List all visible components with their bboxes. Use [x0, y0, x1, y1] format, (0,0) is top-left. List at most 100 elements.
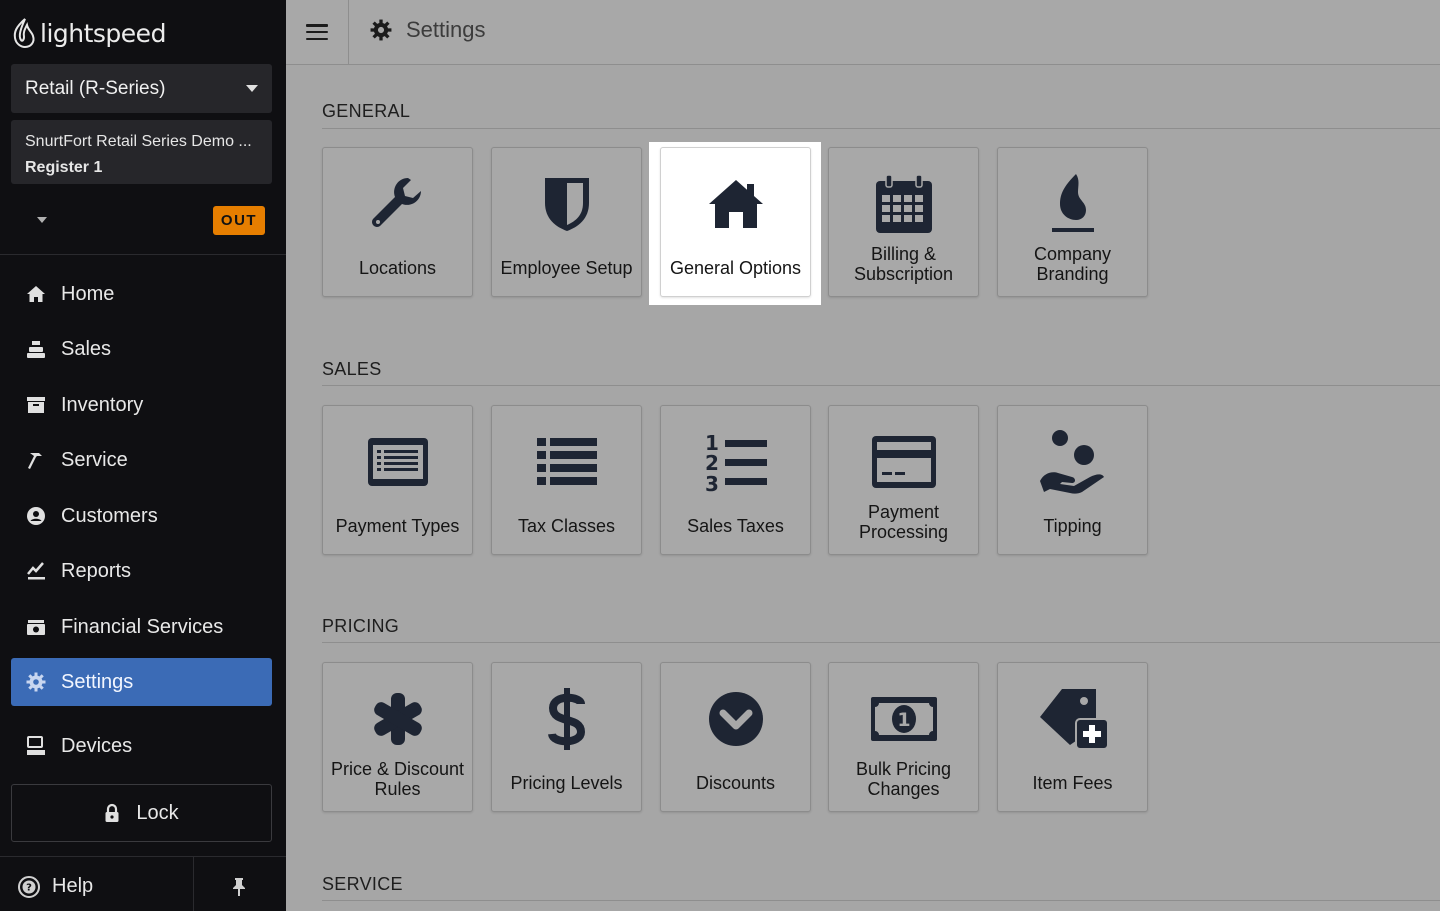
tile-label: Billing & Subscription: [853, 244, 954, 284]
flame-icon: [998, 172, 1147, 236]
register-name: Register 1: [25, 159, 103, 176]
gear-icon: [370, 19, 392, 41]
devices-icon: [25, 735, 47, 757]
lightspeed-logo[interactable]: lightspeed: [12, 16, 166, 50]
home-icon: [25, 283, 47, 305]
tile-label: Bulk Pricing Changes: [855, 759, 952, 799]
hammer-icon: [25, 449, 47, 471]
tile-general-options[interactable]: General Options: [660, 147, 811, 297]
sidebar-divider: [0, 254, 286, 255]
tile-locations[interactable]: Locations: [322, 147, 473, 297]
lock-label: Lock: [136, 801, 179, 824]
sidebar-item-inventory[interactable]: Inventory: [11, 381, 272, 429]
tile-label: General Options: [669, 258, 802, 278]
tile-label: Company Branding: [1033, 244, 1112, 284]
list-card-icon: [323, 430, 472, 494]
calendar-icon: [829, 172, 978, 236]
product-label: Retail (R-Series): [25, 77, 166, 99]
sidebar-item-financial-services[interactable]: Financial Services: [11, 603, 272, 651]
tile-label: Item Fees: [1032, 773, 1113, 793]
section-divider: [322, 642, 1440, 643]
tile-sales-taxes[interactable]: 123 Sales Taxes: [660, 405, 811, 555]
tile-billing-subscription[interactable]: Billing & Subscription: [828, 147, 979, 297]
tile-label: Sales Taxes: [687, 516, 784, 536]
tile-label: Locations: [358, 258, 437, 278]
sidebar-item-label: Service: [61, 448, 128, 471]
section-divider: [322, 385, 1440, 386]
pin-icon[interactable]: [230, 877, 248, 902]
tile-tax-classes[interactable]: Tax Classes: [491, 405, 642, 555]
sidebar-item-label: Home: [61, 282, 115, 305]
tile-price-discount-rules[interactable]: Price & Discount Rules: [322, 662, 473, 812]
help-label: Help: [52, 875, 94, 897]
sidebar-item-label: Sales: [61, 337, 112, 360]
asterisk-icon: [323, 687, 472, 751]
svg-text:1: 1: [897, 709, 910, 731]
credit-card-icon: [829, 430, 978, 494]
tile-label: Employee Setup: [500, 258, 633, 278]
product-selector[interactable]: Retail (R-Series): [11, 64, 272, 113]
sidebar-item-label: Settings: [61, 670, 134, 693]
lock-button[interactable]: Lock: [11, 784, 272, 842]
sidebar-item-sales[interactable]: Sales: [11, 325, 272, 373]
status-badge[interactable]: OUT: [213, 206, 265, 235]
account-name: SnurtFort Retail Series Demo ...: [25, 133, 252, 150]
chevron-down-icon: [246, 85, 258, 92]
tile-tipping[interactable]: Tipping: [997, 405, 1148, 555]
money-icon: [25, 616, 47, 638]
help-icon: ?: [18, 875, 40, 898]
menu-icon[interactable]: [306, 22, 328, 42]
tag-plus-icon: [998, 687, 1147, 751]
sidebar-item-settings[interactable]: Settings: [11, 658, 272, 706]
dollar-icon: [492, 687, 641, 751]
sidebar-item-devices[interactable]: Devices: [11, 722, 272, 770]
sidebar-item-reports[interactable]: Reports: [11, 547, 272, 595]
tile-bulk-pricing-changes[interactable]: 1 Bulk Pricing Changes: [828, 662, 979, 812]
shield-icon: [492, 172, 641, 236]
tile-discounts[interactable]: Discounts: [660, 662, 811, 812]
tile-label: Pricing Levels: [510, 773, 623, 793]
tile-pricing-levels[interactable]: Pricing Levels: [491, 662, 642, 812]
sidebar-item-customers[interactable]: Customers: [11, 492, 272, 540]
tile-payment-types[interactable]: Payment Types: [322, 405, 473, 555]
footer-divider: [193, 857, 194, 911]
sidebar-item-label: Reports: [61, 559, 132, 582]
tile-employee-setup[interactable]: Employee Setup: [491, 147, 642, 297]
user-circle-icon: [25, 505, 47, 527]
section-title-pricing: PRICING: [322, 616, 400, 636]
section-title-sales: SALES: [322, 359, 382, 379]
tile-label: Payment Types: [335, 516, 460, 536]
sidebar: lightspeed Retail (R-Series) SnurtFort R…: [0, 0, 286, 911]
chevron-circle-icon: [661, 687, 810, 751]
sidebar-item-label: Devices: [61, 734, 133, 757]
sidebar-item-label: Customers: [61, 504, 158, 527]
wrench-icon: [323, 172, 472, 236]
help-button[interactable]: ? Help: [18, 875, 93, 898]
section-divider: [322, 128, 1440, 129]
sidebar-footer: ? Help: [0, 856, 286, 911]
sidebar-item-label: Inventory: [61, 393, 144, 416]
register-dropdown-icon[interactable]: [37, 217, 47, 223]
topbar-divider: [348, 0, 349, 65]
sidebar-item-label: Financial Services: [61, 615, 224, 638]
list-icon: [492, 430, 641, 494]
inventory-icon: [25, 394, 47, 416]
tile-label: Tipping: [1043, 516, 1102, 536]
tile-company-branding[interactable]: Company Branding: [997, 147, 1148, 297]
account-register-box[interactable]: SnurtFort Retail Series Demo ... Registe…: [11, 120, 272, 184]
logo-text: lightspeed: [40, 18, 166, 48]
sidebar-item-service[interactable]: Service: [11, 436, 272, 484]
house-icon: [661, 172, 810, 236]
register-icon: [25, 338, 47, 360]
tile-label: Discounts: [695, 773, 776, 793]
tile-payment-processing[interactable]: Payment Processing: [828, 405, 979, 555]
section-title-service: SERVICE: [322, 874, 403, 894]
page-title: Settings: [370, 17, 486, 43]
sidebar-item-home[interactable]: Home: [11, 270, 272, 318]
flame-logo-icon: [13, 18, 35, 49]
tile-label: Payment Processing: [858, 502, 949, 542]
tile-label: Price & Discount Rules: [330, 759, 465, 799]
section-divider: [322, 900, 1440, 901]
tile-item-fees[interactable]: Item Fees: [997, 662, 1148, 812]
section-title-general: GENERAL: [322, 101, 411, 121]
